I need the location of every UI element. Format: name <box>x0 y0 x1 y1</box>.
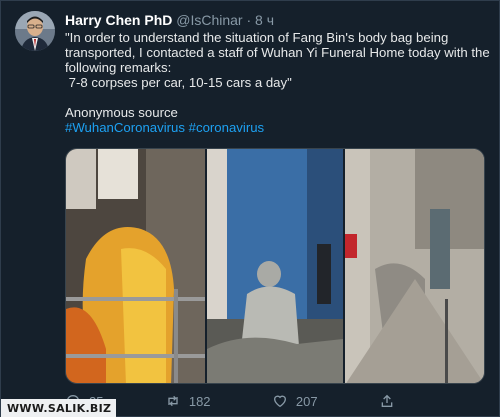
retweet-count: 182 <box>188 393 211 409</box>
author-name[interactable]: Harry Chen PhD <box>65 12 172 28</box>
media-image-corridor[interactable] <box>344 149 484 383</box>
time-separator: · <box>246 12 252 28</box>
tweet-header: Harry Chen PhD @IsChinar · 8 ч <box>65 12 274 28</box>
like-button[interactable]: 207 <box>272 393 318 409</box>
tweet-text: "In order to understand the situation of… <box>65 30 493 135</box>
site-watermark: WWW.SALIK.BIZ <box>1 399 116 417</box>
share-button[interactable] <box>379 393 395 409</box>
retweet-icon <box>168 395 178 407</box>
tweet-time[interactable]: 8 ч <box>255 12 274 28</box>
tweet-card: Harry Chen PhD @IsChinar · 8 ч "In order… <box>0 0 500 417</box>
share-icon <box>381 394 393 407</box>
tweet-hashtags[interactable]: #WuhanCoronavirus #coronavirus <box>65 120 493 135</box>
tweet-quote: "In order to understand the situation of… <box>65 30 490 90</box>
media-grid[interactable] <box>65 148 485 384</box>
media-image-body-bags[interactable] <box>66 149 206 383</box>
like-count: 207 <box>295 393 318 409</box>
avatar-image <box>15 11 55 51</box>
author-handle[interactable]: @IsChinar <box>176 12 242 28</box>
media-image-workers-hallway[interactable] <box>207 149 343 383</box>
retweet-button[interactable]: 182 <box>165 393 211 409</box>
tweet-source: Anonymous source <box>65 105 178 120</box>
like-icon <box>273 395 286 408</box>
avatar[interactable] <box>15 11 55 51</box>
